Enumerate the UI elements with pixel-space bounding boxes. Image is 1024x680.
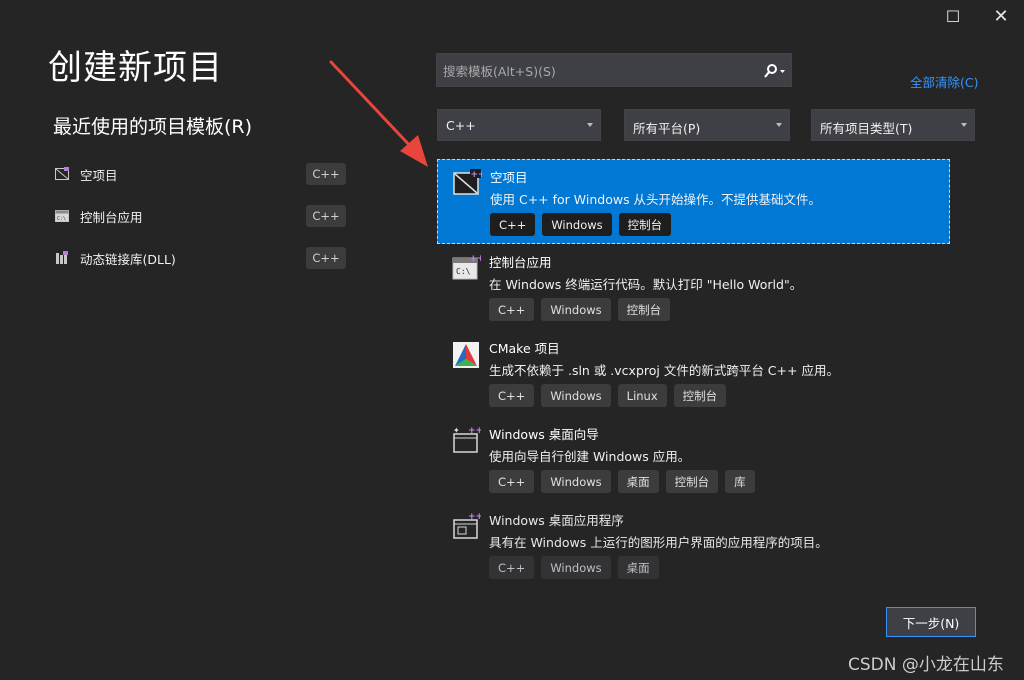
annotation-arrow	[329, 60, 428, 167]
